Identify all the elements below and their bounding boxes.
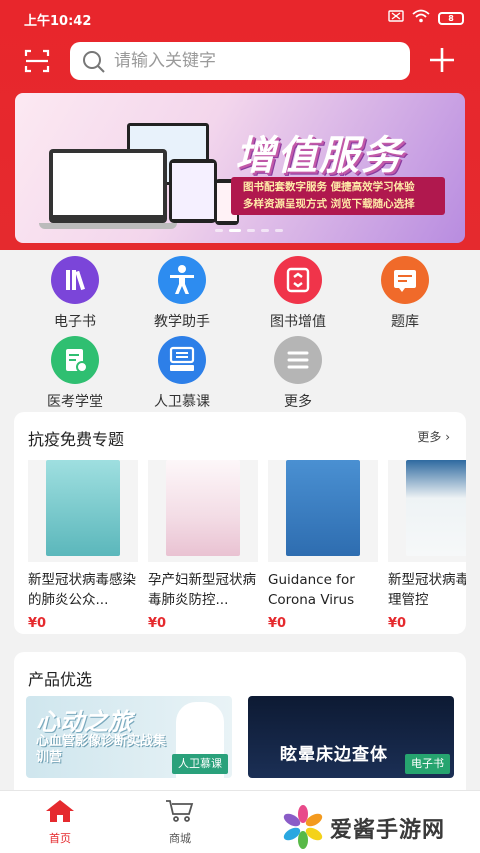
book-cover xyxy=(28,460,138,562)
product-tag: 电子书 xyxy=(405,754,450,774)
ebook-icon xyxy=(51,256,99,304)
section-title: 产品优选 xyxy=(28,670,93,689)
product-subtitle: 心血管影像诊断实战集训营 xyxy=(36,734,167,765)
status-time: 上午10:42 xyxy=(24,14,92,29)
watermark: 爱酱手游网 xyxy=(280,802,470,852)
book-addon-icon xyxy=(274,256,322,304)
banner-line-2: 多样资源呈现方式 浏览下载随心选择 xyxy=(243,198,415,210)
book-item[interactable]: 孕产妇新型冠状病毒肺炎防控... ¥0 xyxy=(148,460,258,630)
more-link[interactable]: 更多 › xyxy=(417,428,450,445)
promo-banner[interactable]: 增值服务 图书配套数字服务 便捷高效学习体验 多样资源呈现方式 浏览下载随心选择 xyxy=(15,93,465,243)
status-bar: 上午10:42 8 xyxy=(0,0,480,36)
tab-home[interactable]: 首页 xyxy=(30,799,90,846)
book-item[interactable]: 新型冠状病毒感染的肺炎公众... ¥0 xyxy=(28,460,138,630)
search-icon xyxy=(82,50,106,78)
question-bank-icon xyxy=(381,256,429,304)
book-price: ¥0 xyxy=(268,616,287,630)
banner-title: 增值服务 xyxy=(235,133,403,179)
menu-label: 电子书 xyxy=(54,314,96,330)
devices-illustration xyxy=(31,119,241,229)
carousel-indicator xyxy=(215,229,283,232)
book-item[interactable]: 新型冠状病毒炎护理管控 ¥0 xyxy=(388,460,466,630)
search-bar[interactable] xyxy=(70,42,410,80)
book-cover xyxy=(268,460,378,562)
wifi-icon xyxy=(412,9,430,27)
more-icon xyxy=(274,336,322,384)
menu-label: 题库 xyxy=(391,314,419,330)
cart-icon xyxy=(166,800,194,822)
product-tag: 人卫慕课 xyxy=(172,754,228,774)
menu-label: 人卫慕课 xyxy=(154,394,210,410)
menu-label: 图书增值 xyxy=(270,314,326,330)
section-title: 抗疫免费专题 xyxy=(28,430,125,449)
menu-item-more[interactable]: 更多 xyxy=(243,336,353,411)
menu-item-book-addon[interactable]: 图书增值 xyxy=(243,256,353,331)
teaching-assistant-icon xyxy=(158,256,206,304)
free-topic-card: 抗疫免费专题 更多 › 新型冠状病毒感染的肺炎公众... ¥0 孕产妇新型冠状病… xyxy=(14,412,466,634)
book-cover xyxy=(148,460,258,562)
scan-icon[interactable] xyxy=(24,48,50,74)
product-item[interactable]: 眩晕床边查体 电子书 xyxy=(248,696,454,778)
banner-ribbon: 图书配套数字服务 便捷高效学习体验 多样资源呈现方式 浏览下载随心选择 xyxy=(231,177,445,215)
banner-line-1: 图书配套数字服务 便捷高效学习体验 xyxy=(243,181,415,193)
watermark-text: 爱酱手游网 xyxy=(330,818,446,843)
menu-item-mooc[interactable]: 人卫慕课 xyxy=(127,336,237,411)
battery-icon: 8 xyxy=(438,11,464,25)
product-item[interactable]: 心动之旅 心血管影像诊断实战集训营 人卫慕课 xyxy=(26,696,232,778)
menu-item-question-bank[interactable]: 题库 xyxy=(350,256,460,331)
book-price: ¥0 xyxy=(28,616,47,630)
book-title: 新型冠状病毒感染的肺炎公众... xyxy=(28,572,136,608)
tab-label: 商城 xyxy=(169,832,191,845)
book-cover xyxy=(388,460,466,562)
quick-menu: 电子书 教学助手 图书增值 题库 医考学堂 人卫慕课 更多 xyxy=(0,252,480,412)
menu-item-ebook[interactable]: 电子书 xyxy=(20,256,130,331)
mooc-icon xyxy=(158,336,206,384)
tab-label: 首页 xyxy=(49,832,71,845)
add-icon[interactable] xyxy=(428,46,456,74)
menu-item-teaching-assistant[interactable]: 教学助手 xyxy=(127,256,237,331)
menu-label: 教学助手 xyxy=(154,314,210,330)
menu-label: 医考学堂 xyxy=(47,394,103,410)
product-title: 心动之旅 xyxy=(36,708,132,736)
product-picks-card: 产品优选 心动之旅 心血管影像诊断实战集训营 人卫慕课 眩晕床边查体 电子书 xyxy=(14,652,466,802)
book-title: 新型冠状病毒炎护理管控 xyxy=(388,572,466,608)
menu-item-medical-exam[interactable]: 医考学堂 xyxy=(20,336,130,411)
product-title: 眩晕床边查体 xyxy=(280,745,388,765)
search-input[interactable] xyxy=(114,48,394,74)
book-title: 孕产妇新型冠状病毒肺炎防控... xyxy=(148,572,256,608)
book-price: ¥0 xyxy=(148,616,167,630)
book-price: ¥0 xyxy=(388,616,407,630)
medical-exam-icon xyxy=(51,336,99,384)
menu-label: 更多 xyxy=(284,394,312,410)
home-icon xyxy=(46,800,74,822)
tab-mall[interactable]: 商城 xyxy=(150,799,210,846)
book-item[interactable]: Guidance for Corona Virus D... ¥0 xyxy=(268,460,378,630)
sim-icon xyxy=(388,10,404,26)
flower-logo-icon xyxy=(283,805,323,849)
book-title: Guidance for Corona Virus D... xyxy=(268,572,355,608)
